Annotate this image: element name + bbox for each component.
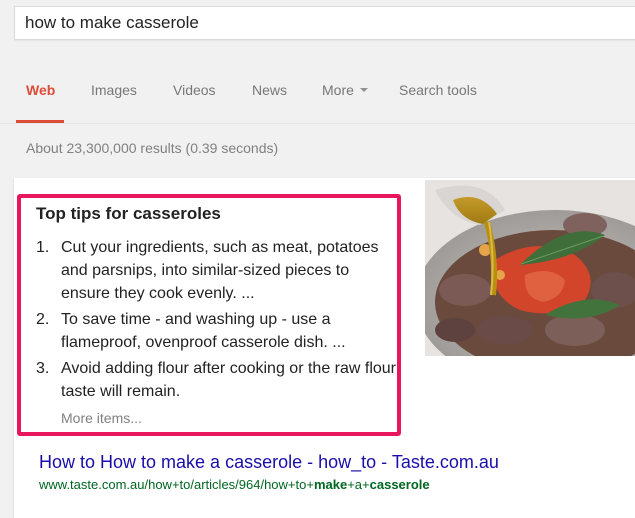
tab-more-label: More [322,82,354,98]
tab-news[interactable]: News [252,82,287,98]
result-url: www.taste.com.au/how+to/articles/964/how… [39,477,430,492]
list-item-text: Avoid adding flour after cooking or the … [61,360,397,400]
header [0,0,635,58]
search-input[interactable] [25,7,625,39]
list-item-number: 2. [36,311,50,328]
list-item: 3. Avoid adding flour after cooking or t… [34,357,396,403]
list-item: 2. To save time - and washing up - use a… [34,308,396,354]
result-url-prefix: www.taste.com.au/how+to/articles/964/how… [39,477,314,492]
result-url-mid: +a+ [347,477,370,492]
search-tabs: Web Images Videos News More Search tools [0,58,635,124]
tab-videos[interactable]: Videos [173,82,216,98]
list-item-text: Cut your ingredients, such as meat, pota… [61,239,379,302]
tab-search-tools[interactable]: Search tools [399,82,477,98]
list-item-number: 1. [36,239,50,256]
more-items-link[interactable]: More items... [61,410,142,426]
result-url-keyword: make [313,477,348,492]
result-title-link[interactable]: How to How to make a casserole - how_to … [39,452,499,473]
snippet-title: Top tips for casseroles [36,204,221,223]
result-stats: About 23,300,000 results (0.39 seconds) [26,140,279,156]
casserole-image[interactable] [425,180,635,356]
chevron-down-icon [359,88,368,93]
tab-images[interactable]: Images [91,82,137,98]
active-tab-indicator [16,120,64,123]
list-item: 1. Cut your ingredients, such as meat, p… [34,236,396,305]
list-item-number: 3. [36,360,50,377]
list-item-text: To save time - and washing up - use a fl… [61,311,346,351]
tab-web[interactable]: Web [26,82,55,98]
tips-list: 1. Cut your ingredients, such as meat, p… [34,236,396,406]
tab-more[interactable]: More [322,82,368,98]
search-box[interactable] [14,6,635,40]
result-url-keyword: casserole [369,477,430,492]
featured-snippet-card: Top tips for casseroles 1. Cut your ingr… [14,178,635,518]
